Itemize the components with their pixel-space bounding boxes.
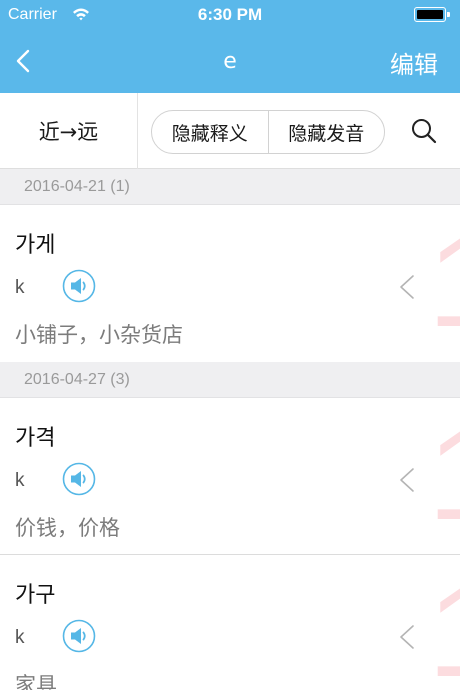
back-button[interactable] [6,44,40,78]
review-count-number: 1 [428,412,460,540]
meaning-text: 小铺子，小杂货店 [15,323,183,347]
meaning-text: 价钱，价格 [15,516,120,540]
toolbar: 近→远 隐藏释义 隐藏发音 [0,93,460,169]
pronunciation-text: k [15,277,25,298]
word-text: 가구 [15,583,56,608]
word-row[interactable]: 가구 k 家具 1 [0,555,460,690]
chevron-left-icon[interactable] [398,467,416,493]
pronunciation-text: k [15,627,25,648]
status-bar: Carrier 6:30 PM [0,0,460,30]
nav-bar: e 编辑 [0,30,460,93]
date-section-header: 2016-04-21 (1) [0,169,460,205]
display-toggle-group: 隐藏释义 隐藏发音 [151,110,385,154]
speaker-icon[interactable] [62,619,96,653]
word-text: 가게 [15,233,56,258]
hide-meaning-button[interactable]: 隐藏释义 [152,111,268,153]
hide-pronunciation-button[interactable]: 隐藏发音 [267,111,385,153]
chevron-left-icon[interactable] [398,274,416,300]
speaker-icon[interactable] [62,269,96,303]
search-icon[interactable] [410,117,438,145]
pronunciation-text: k [15,470,25,491]
header: Carrier 6:30 PM e 编辑 [0,0,460,93]
chevron-left-icon [16,49,30,73]
date-section-header: 2016-04-27 (3) [0,362,460,398]
word-row[interactable]: 가격 k 价钱，价格 1 [0,398,460,555]
speaker-icon[interactable] [62,462,96,496]
page-title: e [223,49,237,74]
chevron-left-icon[interactable] [398,624,416,650]
meaning-text: 家具 [15,673,57,690]
edit-button[interactable]: 编辑 [390,45,438,80]
review-count-number: 1 [428,219,460,347]
sort-order-button[interactable]: 近→远 [0,93,138,169]
word-text: 가격 [15,426,56,451]
word-row[interactable]: 가게 k 小铺子，小杂货店 1 [0,205,460,362]
status-time: 6:30 PM [197,5,263,24]
battery-icon [414,7,450,22]
review-count-number: 1 [428,569,460,690]
